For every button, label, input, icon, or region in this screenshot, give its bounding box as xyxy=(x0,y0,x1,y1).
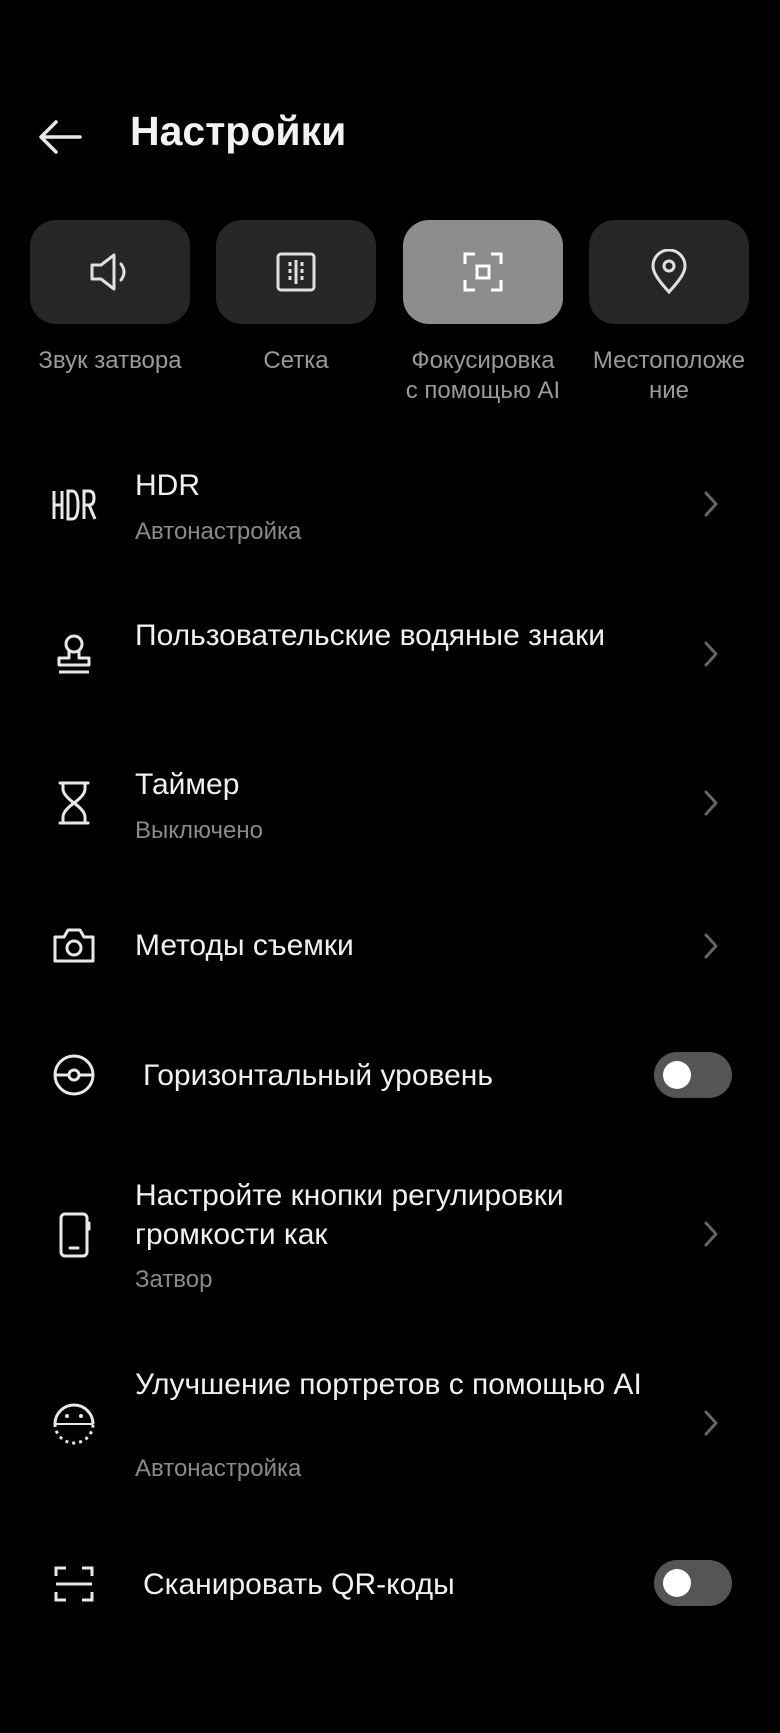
scan-qr-toggle[interactable] xyxy=(654,1560,732,1606)
back-button[interactable] xyxy=(30,110,90,164)
item-subtitle: Автонастройка xyxy=(135,1455,302,1482)
tile-label: Сетка xyxy=(263,347,329,374)
hdr-icon xyxy=(43,474,105,536)
level-icon xyxy=(43,1044,105,1106)
face-icon xyxy=(43,1393,105,1455)
page-title: Настройки xyxy=(130,108,347,154)
item-title: Горизонтальный уровень xyxy=(143,1059,493,1092)
toggle-knob xyxy=(663,1569,691,1597)
chevron-right-icon xyxy=(696,634,726,674)
item-title: Сканировать QR-коды xyxy=(143,1568,455,1601)
item-title: Методы съемки xyxy=(135,929,354,962)
item-title: Пользовательские водяные знаки xyxy=(135,619,605,652)
location-pin-icon xyxy=(651,249,687,295)
camera-icon xyxy=(43,914,105,976)
tile-shutter-sound[interactable] xyxy=(30,220,190,324)
focus-frame-icon xyxy=(463,252,503,292)
tile-location[interactable] xyxy=(589,220,749,324)
tile-label: Фокусировка с помощью AI xyxy=(405,347,561,404)
item-title: Улучшение портретов с помощью AI xyxy=(135,1368,642,1401)
grid-icon xyxy=(276,252,316,292)
tile-grid[interactable] xyxy=(216,220,376,324)
item-subtitle: Выключено xyxy=(135,817,263,844)
horizontal-level-toggle[interactable] xyxy=(654,1052,732,1098)
speaker-icon xyxy=(90,253,126,291)
chevron-right-icon xyxy=(696,1214,726,1254)
tile-ai-focus[interactable] xyxy=(403,220,563,324)
hourglass-icon xyxy=(43,772,105,834)
item-title: HDR xyxy=(135,469,200,502)
item-title: Таймер xyxy=(135,768,240,801)
item-subtitle: Автонастройка xyxy=(135,518,302,545)
item-subtitle: Затвор xyxy=(135,1266,213,1293)
chevron-right-icon xyxy=(696,926,726,966)
chevron-right-icon xyxy=(696,1403,726,1443)
toggle-knob xyxy=(663,1061,691,1089)
item-title: Настройте кнопки регулировки громкости к… xyxy=(135,1179,564,1251)
watermark-stamp-icon xyxy=(43,623,105,685)
chevron-right-icon xyxy=(696,783,726,823)
chevron-right-icon xyxy=(696,484,726,524)
tile-label: Местоположе ние xyxy=(592,347,746,404)
phone-icon xyxy=(43,1204,105,1266)
arrow-left-icon xyxy=(39,120,82,154)
tile-label: Звук затвора xyxy=(38,347,182,374)
scan-icon xyxy=(43,1553,105,1615)
